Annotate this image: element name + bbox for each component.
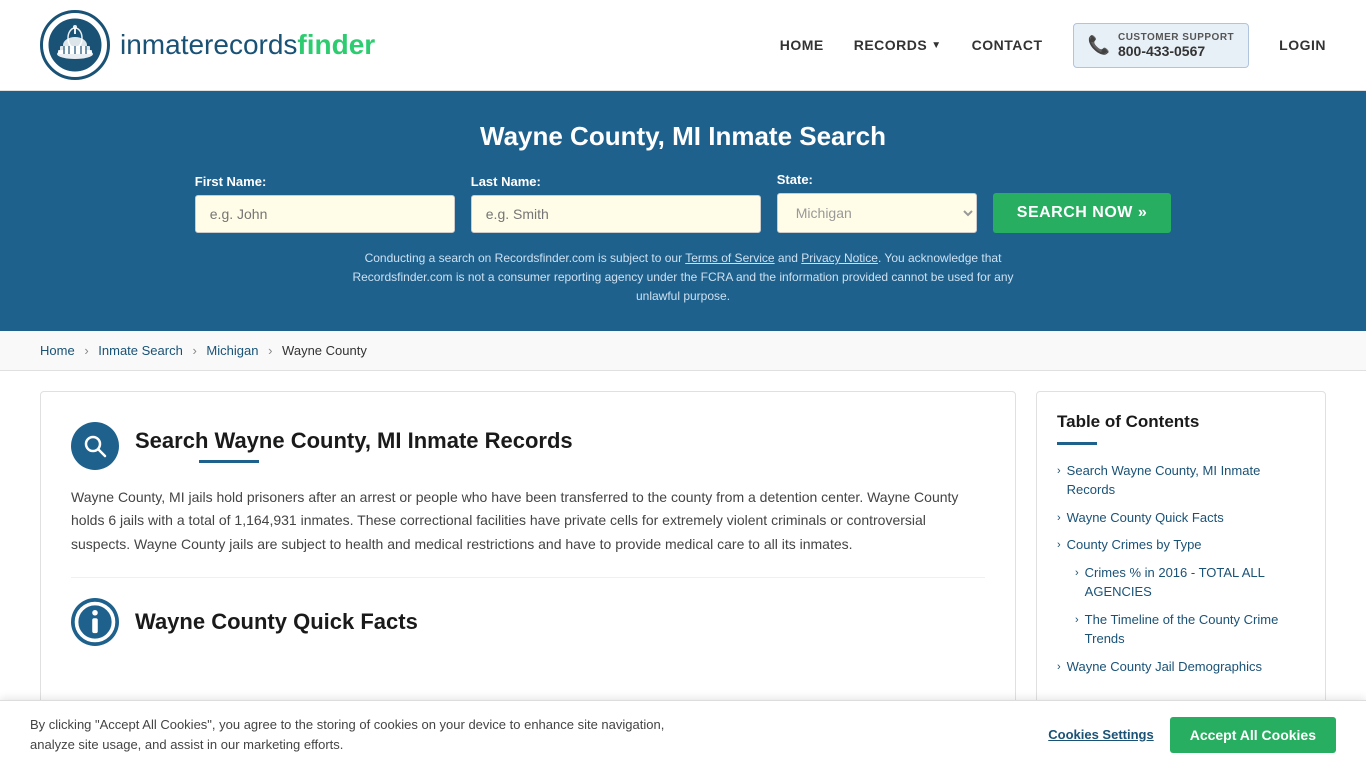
terms-link[interactable]: Terms of Service [685,251,774,265]
logo-text: inmaterecordsfinder [120,29,375,61]
logo-area: inmaterecordsfinder [40,10,375,80]
chevron-right-icon-3: › [1057,537,1061,554]
quick-facts-title: Wayne County Quick Facts [135,609,418,635]
search-form: First Name: Last Name: State: Michigan A… [40,172,1326,233]
cookie-banner: By clicking "Accept All Cookies", you ag… [0,700,1366,768]
toc-link-4[interactable]: › Crimes % in 2016 - TOTAL ALL AGENCIES [1075,563,1305,602]
toc-item-2: › Wayne County Quick Facts [1057,508,1305,528]
search-button[interactable]: SEARCH NOW » [993,193,1171,233]
chevron-right-icon-1: › [1057,463,1061,480]
state-label: State: [777,172,977,187]
login-button[interactable]: LOGIN [1279,37,1326,53]
toc-link-2[interactable]: › Wayne County Quick Facts [1057,508,1305,528]
customer-support-box: 📞 CUSTOMER SUPPORT 800-433-0567 [1073,23,1250,68]
section-1-title-area: Search Wayne County, MI Inmate Records [135,428,573,463]
cookie-settings-button[interactable]: Cookies Settings [1048,727,1153,742]
nav-contact[interactable]: CONTACT [972,37,1043,53]
disclaimer-text: Conducting a search on Recordsfinder.com… [333,249,1033,307]
breadcrumb-sep-1: › [84,343,88,358]
toc-item-5: › The Timeline of the County Crime Trend… [1057,610,1305,649]
toc-item-3: › County Crimes by Type [1057,535,1305,555]
breadcrumb-sep-2: › [192,343,196,358]
main-nav: HOME RECORDS ▼ CONTACT 📞 CUSTOMER SUPPOR… [780,23,1326,68]
search-icon-circle [71,422,119,470]
breadcrumb-inmate-search[interactable]: Inmate Search [98,343,183,358]
last-name-label: Last Name: [471,174,761,189]
last-name-group: Last Name: [471,174,761,233]
site-header: inmaterecordsfinder HOME RECORDS ▼ CONTA… [0,0,1366,91]
nav-records[interactable]: RECORDS ▼ [854,37,942,53]
toc-sidebar: Table of Contents › Search Wayne County,… [1036,391,1326,706]
state-select[interactable]: Michigan Alabama Alaska California Flori… [777,193,977,233]
main-content: Search Wayne County, MI Inmate Records W… [0,371,1366,726]
first-name-group: First Name: [195,174,455,233]
content-article: Search Wayne County, MI Inmate Records W… [40,391,1016,706]
logo-icon [40,10,110,80]
toc-divider [1057,442,1097,445]
section-1-title: Search Wayne County, MI Inmate Records [135,428,573,454]
breadcrumb-sep-3: › [268,343,272,358]
quick-facts-icon-circle [71,598,119,646]
toc-title: Table of Contents [1057,412,1305,432]
chevron-down-icon: ▼ [931,40,941,51]
toc-list: › Search Wayne County, MI Inmate Records… [1057,461,1305,677]
chevron-right-icon-2: › [1057,510,1061,527]
breadcrumb: Home › Inmate Search › Michigan › Wayne … [0,331,1366,371]
breadcrumb-michigan[interactable]: Michigan [206,343,258,358]
chevron-right-icon-5: › [1075,612,1079,629]
cookie-actions: Cookies Settings Accept All Cookies [1048,717,1336,753]
last-name-input[interactable] [471,195,761,233]
accept-all-button[interactable]: Accept All Cookies [1170,717,1336,753]
breadcrumb-home[interactable]: Home [40,343,75,358]
info-icon [71,598,119,646]
first-name-input[interactable] [195,195,455,233]
cookie-text: By clicking "Accept All Cookies", you ag… [30,715,710,754]
toc-link-3[interactable]: › County Crimes by Type [1057,535,1305,555]
toc-link-5[interactable]: › The Timeline of the County Crime Trend… [1075,610,1305,649]
section-1-underline [199,460,259,463]
nav-home[interactable]: HOME [780,37,824,53]
search-icon [82,433,108,459]
phone-icon: 📞 [1088,35,1110,56]
support-info: CUSTOMER SUPPORT 800-433-0567 [1118,32,1234,59]
toc-item-1: › Search Wayne County, MI Inmate Records [1057,461,1305,500]
toc-item-4: › Crimes % in 2016 - TOTAL ALL AGENCIES [1057,563,1305,602]
search-hero: Wayne County, MI Inmate Search First Nam… [0,91,1366,331]
toc-item-6: › Wayne County Jail Demographics [1057,657,1305,677]
chevron-right-icon-6: › [1057,659,1061,676]
toc-link-6[interactable]: › Wayne County Jail Demographics [1057,657,1305,677]
breadcrumb-current: Wayne County [282,343,367,358]
toc-link-1[interactable]: › Search Wayne County, MI Inmate Records [1057,461,1305,500]
section-1-header: Search Wayne County, MI Inmate Records [71,422,985,470]
hero-title: Wayne County, MI Inmate Search [40,121,1326,152]
state-group: State: Michigan Alabama Alaska Californi… [777,172,977,233]
section-1-body: Wayne County, MI jails hold prisoners af… [71,486,985,557]
quick-facts-preview: Wayne County Quick Facts [71,577,985,646]
chevron-right-icon-4: › [1075,565,1079,582]
first-name-label: First Name: [195,174,455,189]
privacy-link[interactable]: Privacy Notice [801,251,878,265]
